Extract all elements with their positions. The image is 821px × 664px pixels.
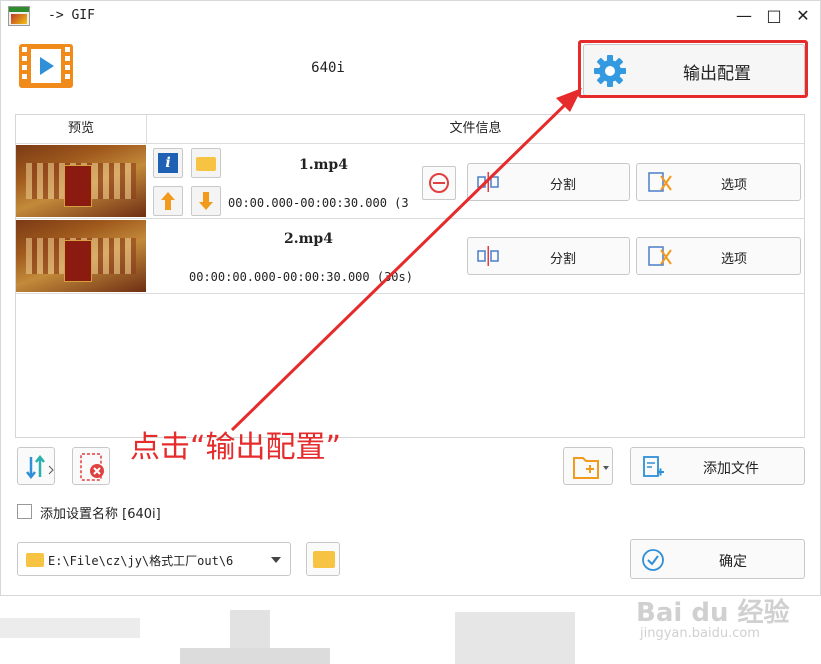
add-file-label: 添加文件 [703,461,759,477]
output-path-select[interactable]: E:\File\cz\jy\格式工厂out\6 [17,542,291,576]
folder-icon [313,551,335,568]
baidu-watermark-url: jingyan.baidu.com [640,626,760,641]
browse-folder-button[interactable] [306,542,340,576]
baidu-watermark: Bai du 经验 [636,598,790,628]
folder-icon [26,553,44,567]
sort-button[interactable] [17,447,55,485]
clear-list-button[interactable] [72,447,110,485]
add-setting-name-checkbox[interactable] [17,504,32,519]
ok-button[interactable]: 确定 [630,539,805,579]
output-path-value: E:\File\cz\jy\格式工厂out\6 [48,554,234,568]
chevron-down-icon [271,557,281,563]
annotation-text: 点击“输出配置” [130,430,342,465]
add-file-icon [643,456,664,477]
add-setting-name-label: 添加设置名称 [640i] [40,507,161,522]
folder-add-icon [573,457,609,479]
check-circle-icon [642,549,664,571]
add-file-button[interactable]: 添加文件 [630,447,805,485]
ok-label: 确定 [719,554,747,570]
add-folder-button[interactable] [563,447,613,485]
sort-arrows-icon [26,454,54,480]
delete-file-icon [80,453,104,481]
